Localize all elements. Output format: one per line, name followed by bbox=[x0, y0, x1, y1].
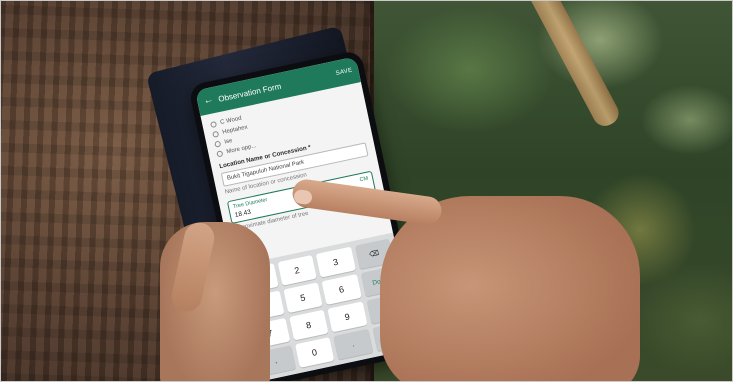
arrow-left-icon[interactable]: ← bbox=[202, 94, 214, 107]
key-8[interactable]: 8 bbox=[288, 309, 329, 341]
radio-icon bbox=[212, 130, 220, 138]
unit-label: CM bbox=[359, 175, 369, 184]
option-label: Heptahex bbox=[221, 124, 249, 136]
key-0[interactable]: 0 bbox=[294, 337, 335, 368]
radio-icon bbox=[216, 150, 224, 158]
right-hand bbox=[380, 196, 640, 382]
option-label: Ise bbox=[223, 138, 234, 146]
radio-icon bbox=[214, 140, 222, 148]
photo-scene: ← Observation Form SAVE C Wood Heptahex … bbox=[0, 0, 733, 382]
radio-icon bbox=[210, 120, 218, 129]
option-label: More opp... bbox=[226, 143, 257, 156]
key-6[interactable]: 6 bbox=[321, 274, 362, 305]
key-2[interactable]: 2 bbox=[277, 254, 317, 286]
save-button[interactable]: SAVE bbox=[335, 68, 353, 77]
key-5[interactable]: 5 bbox=[282, 282, 323, 314]
key-period[interactable]: . bbox=[333, 328, 373, 360]
key-3[interactable]: 3 bbox=[315, 246, 356, 278]
key-9[interactable]: 9 bbox=[327, 301, 368, 333]
option-label: C Wood bbox=[219, 115, 243, 127]
